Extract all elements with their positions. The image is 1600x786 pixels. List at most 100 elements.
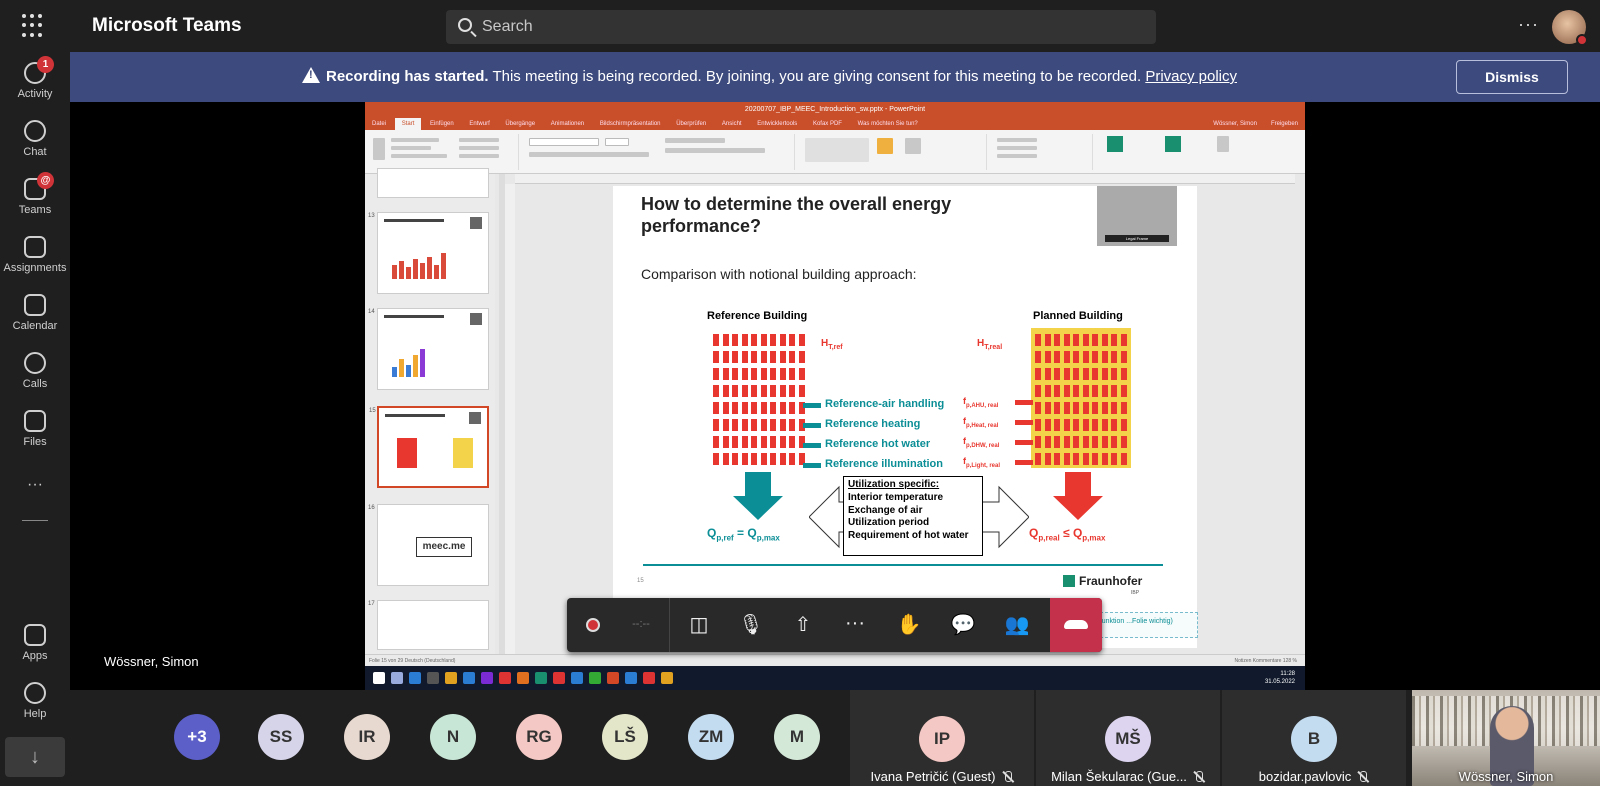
- taskbar-app-icon[interactable]: [481, 672, 493, 684]
- rail-item-calls[interactable]: Calls: [0, 346, 70, 404]
- participant-avatar[interactable]: RG: [516, 714, 562, 760]
- participant-avatar[interactable]: SS: [258, 714, 304, 760]
- dismiss-button[interactable]: Dismiss: [1456, 60, 1568, 94]
- slide-thumbnail-selected[interactable]: 15: [369, 406, 489, 488]
- app-launcher-icon[interactable]: [22, 14, 46, 38]
- camera-button[interactable]: ◫: [673, 598, 725, 652]
- privacy-policy-link[interactable]: Privacy policy: [1145, 68, 1237, 85]
- slide-thumbnail[interactable]: 17: [368, 600, 489, 650]
- building-window: [1082, 419, 1089, 431]
- raise-hand-button[interactable]: ✋: [883, 598, 935, 652]
- building-window: [1092, 334, 1098, 346]
- building-window: [751, 402, 757, 414]
- settings-more-button[interactable]: ···: [1518, 14, 1539, 35]
- taskbar-app-icon[interactable]: [427, 672, 439, 684]
- rail-item-assignments[interactable]: Assignments: [0, 230, 70, 288]
- building-window: [713, 453, 719, 465]
- rail-item-apps[interactable]: Apps: [0, 618, 70, 676]
- rail-item-files[interactable]: Files: [0, 404, 70, 462]
- taskbar-app-icon[interactable]: [463, 672, 475, 684]
- taskbar-app-icon[interactable]: [409, 672, 421, 684]
- building-window: [1111, 385, 1117, 397]
- building-window: [1063, 385, 1070, 397]
- participant-tile[interactable]: B bozidar.pavlovic: [1222, 690, 1406, 786]
- mic-button[interactable]: 🎙: [725, 598, 777, 652]
- slide-thumbnail[interactable]: [377, 168, 489, 198]
- chat-bubble-icon: 💬: [950, 614, 976, 636]
- taskbar-app-icon[interactable]: [607, 672, 619, 684]
- building-window: [789, 453, 795, 465]
- search-box[interactable]: Search: [446, 10, 1156, 44]
- building-window: [1101, 453, 1108, 465]
- building-window: [732, 351, 738, 363]
- participant-avatar[interactable]: N: [430, 714, 476, 760]
- participant-overflow[interactable]: +3: [174, 714, 220, 760]
- participant-tile[interactable]: MŠ Milan Šekularac (Gue...: [1036, 690, 1220, 786]
- taskbar-app-icon[interactable]: [625, 672, 637, 684]
- slide-thumbnail[interactable]: 13: [368, 212, 489, 294]
- rail-item-help[interactable]: Help: [0, 676, 70, 734]
- building-window: [1120, 368, 1127, 380]
- taskbar-app-icon[interactable]: [499, 672, 511, 684]
- taskbar-app-icon[interactable]: [571, 672, 583, 684]
- windows-taskbar: 11:28 31.05.2022: [365, 666, 1305, 690]
- share-button[interactable]: ⇧: [777, 598, 829, 652]
- taskbar-app-icon[interactable]: [643, 672, 655, 684]
- building-window: [722, 385, 729, 397]
- taskbar-app-icon[interactable]: [535, 672, 547, 684]
- utilization-line: Requirement of hot water: [848, 530, 969, 542]
- chat-button[interactable]: 💬: [937, 598, 989, 652]
- building-window: [760, 419, 767, 431]
- rail-item-teams[interactable]: @ Teams: [0, 172, 70, 230]
- taskbar-app-icon[interactable]: [517, 672, 529, 684]
- building-window: [1111, 368, 1117, 380]
- more-actions-button[interactable]: ···: [829, 598, 881, 652]
- participants-button[interactable]: 👥: [991, 598, 1043, 652]
- building-window: [760, 351, 767, 363]
- building-window: [1111, 402, 1117, 414]
- building-window: [770, 402, 776, 414]
- building-window: [1082, 453, 1089, 465]
- hang-up-button[interactable]: [1050, 598, 1102, 652]
- phone-hangup-icon: [1064, 620, 1088, 629]
- ref-heating: Reference heating: [802, 418, 921, 430]
- taskbar-app-icon[interactable]: [373, 672, 385, 684]
- participant-tile[interactable]: IP Ivana Petričić (Guest): [850, 690, 1034, 786]
- building-window: [1044, 453, 1051, 465]
- slide-thumbnail[interactable]: 16 meec.me: [368, 504, 489, 586]
- participant-avatar[interactable]: LŠ: [602, 714, 648, 760]
- taskbar-app-icon[interactable]: [589, 672, 601, 684]
- participant-avatar[interactable]: IR: [344, 714, 390, 760]
- building-window: [779, 453, 786, 465]
- planned-building: [1031, 328, 1131, 468]
- rail-item-calendar[interactable]: Calendar: [0, 288, 70, 346]
- building-window: [713, 419, 719, 431]
- building-window: [1073, 402, 1079, 414]
- taskbar-app-icon[interactable]: [445, 672, 457, 684]
- user-avatar[interactable]: [1552, 10, 1588, 46]
- help-icon: [24, 682, 46, 704]
- f-heat-real: fp,Heat, real: [963, 416, 1034, 429]
- rail-label-help: Help: [23, 708, 47, 720]
- taskbar-app-icon[interactable]: [661, 672, 673, 684]
- ppt-tab: Entwurf: [469, 121, 490, 127]
- recording-indicator: [567, 598, 619, 652]
- rail-item-chat[interactable]: Chat: [0, 114, 70, 172]
- participant-avatar[interactable]: ZM: [688, 714, 734, 760]
- participant-avatar[interactable]: M: [774, 714, 820, 760]
- ppt-tab: Animationen: [550, 121, 585, 127]
- participant-avatar: B: [1291, 716, 1337, 762]
- taskbar-app-icon[interactable]: [553, 672, 565, 684]
- building-window: [732, 402, 738, 414]
- ppt-status-left: Folie 15 von 29 Deutsch (Deutschland): [369, 658, 456, 664]
- slide-thumbnail[interactable]: 14: [368, 308, 489, 390]
- teams-badge: @: [37, 172, 54, 189]
- apps-icon: [24, 624, 46, 646]
- participant-name: bozidar.pavlovic: [1258, 769, 1352, 784]
- rail-item-activity[interactable]: 1 Activity: [0, 56, 70, 114]
- taskbar-app-icon[interactable]: [391, 672, 403, 684]
- building-window: [713, 402, 719, 414]
- participant-video-tile[interactable]: Wössner, Simon: [1412, 690, 1600, 786]
- rail-more-button[interactable]: ···: [0, 476, 70, 494]
- download-icon[interactable]: ↓: [5, 737, 65, 777]
